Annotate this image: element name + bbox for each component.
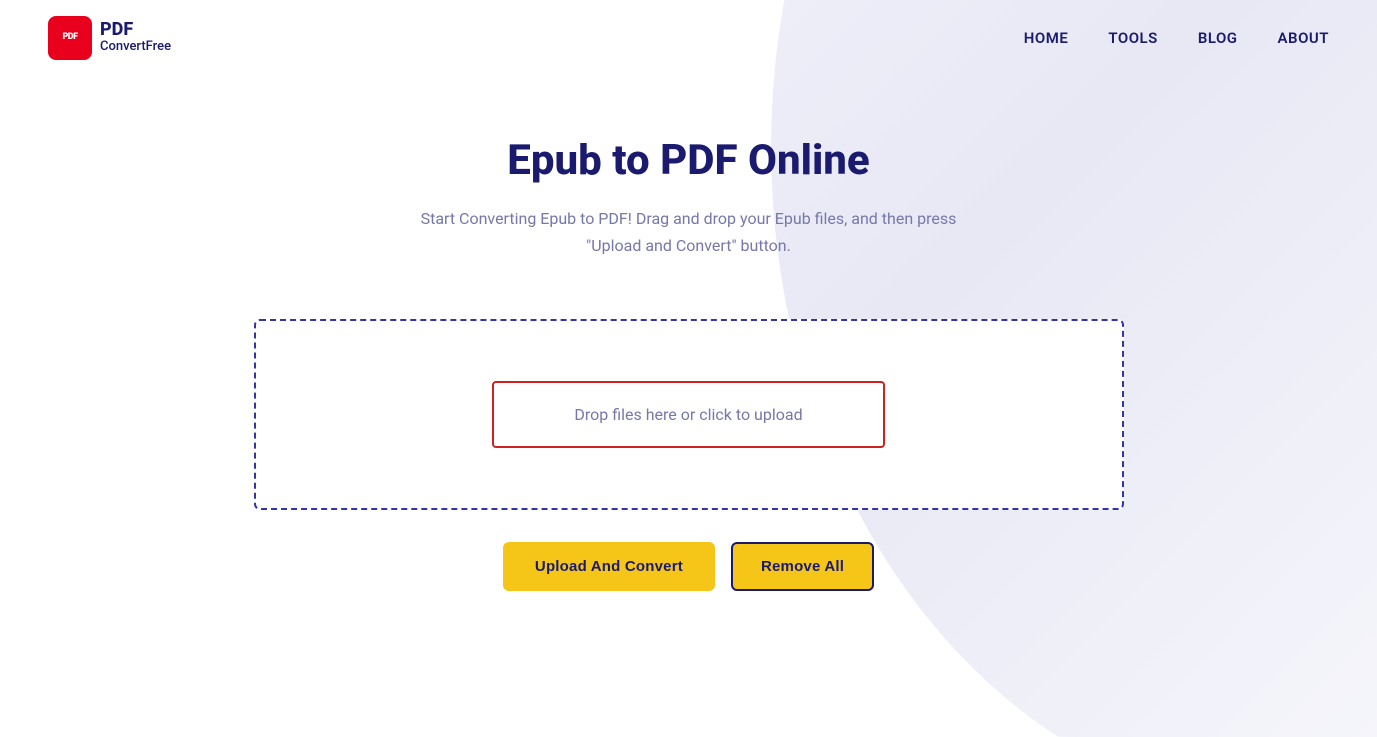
- logo-subtext: ConvertFree: [100, 39, 171, 55]
- logo-brand: PDF: [100, 21, 171, 39]
- nav-home[interactable]: HOME: [1024, 29, 1069, 47]
- main-nav: HOME TOOLS BLOG ABOUT: [1024, 29, 1329, 47]
- header: PDF PDF ConvertFree HOME TOOLS BLOG ABOU…: [0, 0, 1377, 76]
- action-buttons: Upload And Convert Remove All: [503, 542, 874, 591]
- page-subtitle: Start Converting Epub to PDF! Drag and d…: [409, 205, 969, 259]
- nav-about[interactable]: ABOUT: [1278, 29, 1329, 47]
- logo[interactable]: PDF PDF ConvertFree: [48, 16, 171, 60]
- nav-tools[interactable]: TOOLS: [1108, 29, 1157, 47]
- main-content: Epub to PDF Online Start Converting Epub…: [0, 76, 1377, 591]
- upload-inner-box[interactable]: Drop files here or click to upload: [492, 381, 884, 448]
- dropzone-label: Drop files here or click to upload: [574, 405, 802, 424]
- remove-all-button[interactable]: Remove All: [731, 542, 874, 591]
- logo-icon: PDF: [48, 16, 92, 60]
- nav-blog[interactable]: BLOG: [1198, 29, 1238, 47]
- page-title: Epub to PDF Online: [507, 136, 869, 185]
- logo-text: PDF ConvertFree: [100, 21, 171, 55]
- dropzone-area[interactable]: Drop files here or click to upload: [254, 319, 1124, 510]
- upload-convert-button[interactable]: Upload And Convert: [503, 542, 715, 591]
